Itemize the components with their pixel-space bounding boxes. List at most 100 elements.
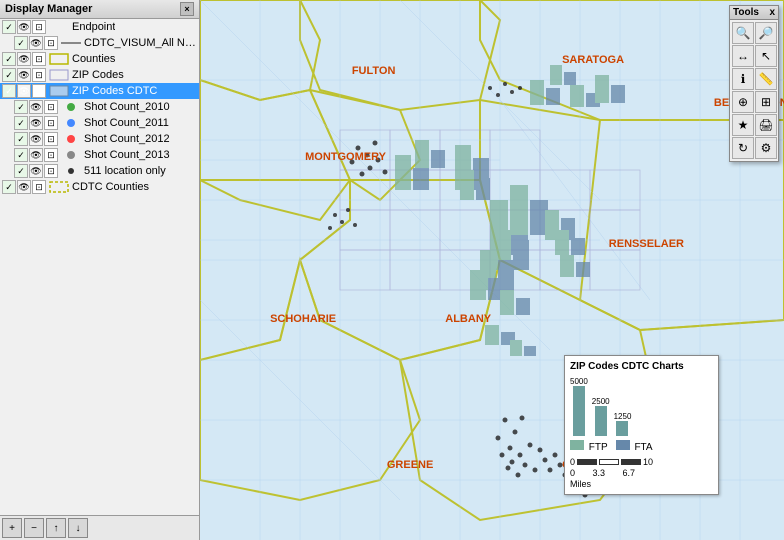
layer-name-shot-count-2011: Shot Count_2011 [84,117,169,129]
scale-seg-3 [621,459,641,465]
layer-check-counties[interactable]: ✓ [2,52,16,66]
layer-check-shot-count-2010[interactable]: ✓ [14,100,28,114]
layer-check-endpoint[interactable]: ✓ [2,20,16,34]
layer-check-shot-count-2011[interactable]: ✓ [14,116,28,130]
tools-title: Tools [733,7,759,18]
layer-name-cdtc-counties: CDTC Counties [72,181,149,193]
layer-vis-endpoint[interactable]: 👁 [17,20,31,34]
tool-btn-select[interactable]: ↖ [755,45,777,67]
layer-icons-shot-count-2012: ✓ 👁 ⊡ [14,132,58,146]
layer-item-511-location[interactable]: ✓ 👁 ⊡ 511 location only [0,163,199,179]
layer-sym-btn-shot-count-2011[interactable]: ⊡ [44,116,58,130]
layer-sym-btn-endpoint[interactable]: ⊡ [32,20,46,34]
layer-check-cdtc-counties[interactable]: ✓ [2,180,16,194]
display-manager-footer: + − ↑ ↓ [0,515,199,540]
tools-close[interactable]: x [769,7,775,18]
layer-check-shot-count-2013[interactable]: ✓ [14,148,28,162]
layer-check-shot-count-2012[interactable]: ✓ [14,132,28,146]
tool-btn-info[interactable]: ℹ [732,68,754,90]
layer-vis-shot-count-2011[interactable]: 👁 [29,116,43,130]
layer-sym-btn-shot-count-2010[interactable]: ⊡ [44,100,58,114]
footer-btn-1[interactable]: + [2,518,22,538]
layer-vis-511-location[interactable]: 👁 [29,164,43,178]
legend-box: ZIP Codes CDTC Charts 5000 2500 1250 [564,355,719,495]
tool-btn-pan[interactable]: ↔ [732,45,754,67]
layer-name-zip-codes: ZIP Codes [72,69,124,81]
layer-sym-btn-cdtc-visum[interactable]: ⊡ [44,36,58,50]
scale-seg-2 [599,459,619,465]
layer-item-cdtc-visum[interactable]: ✓ 👁 ⊡ CDTC_VISUM_All Netw [0,35,199,51]
layer-name-endpoint: Endpoint [72,21,115,33]
layer-symbol-shot-count-2011 [61,116,81,130]
map-area[interactable]: FULTONSARATOGABENNINGTONMONTGOMERYRENSSE… [200,0,784,540]
layer-icons-endpoint: ✓ 👁 ⊡ [2,20,46,34]
layer-vis-cdtc-counties[interactable]: 👁 [17,180,31,194]
layer-icons-zip-codes-cdtc: ✓ 👁 ⊡ [2,84,46,98]
layer-item-shot-count-2013[interactable]: ✓ 👁 ⊡ Shot Count_2013 [0,147,199,163]
layer-sym-btn-shot-count-2012[interactable]: ⊡ [44,132,58,146]
tool-btn-zoom-out[interactable]: 🔎 [755,22,777,44]
layer-vis-zip-codes[interactable]: 👁 [17,68,31,82]
layer-item-shot-count-2011[interactable]: ✓ 👁 ⊡ Shot Count_2011 [0,115,199,131]
layer-icons-zip-codes: ✓ 👁 ⊡ [2,68,46,82]
legend-scale: 0 10 0 3.3 6.7 Miles [570,457,713,489]
layer-check-zip-codes[interactable]: ✓ [2,68,16,82]
layer-name-shot-count-2013: Shot Count_2013 [84,149,170,161]
tool-btn-print[interactable]: 🖨 [755,114,777,136]
tool-btn-settings[interactable]: ⚙ [755,137,777,159]
layer-sym-btn-511-location[interactable]: ⊡ [44,164,58,178]
layer-check-cdtc-visum[interactable]: ✓ [14,36,28,50]
tool-btn-refresh[interactable]: ↻ [732,137,754,159]
scale-val-3: 10 [643,457,653,467]
footer-btn-2[interactable]: − [24,518,44,538]
footer-btn-4[interactable]: ↓ [68,518,88,538]
layer-sym-btn-zip-codes-cdtc[interactable]: ⊡ [32,84,46,98]
layer-symbol-shot-count-2012 [61,132,81,146]
layer-item-shot-count-2012[interactable]: ✓ 👁 ⊡ Shot Count_2012 [0,131,199,147]
layer-sym-btn-cdtc-counties[interactable]: ⊡ [32,180,46,194]
layer-sym-btn-zip-codes[interactable]: ⊡ [32,68,46,82]
layer-name-shot-count-2012: Shot Count_2012 [84,133,170,145]
layer-vis-shot-count-2012[interactable]: 👁 [29,132,43,146]
layer-name-cdtc-visum: CDTC_VISUM_All Netw [84,37,197,49]
layer-item-zip-codes[interactable]: ✓ 👁 ⊡ ZIP Codes [0,67,199,83]
legend-item-fta: FTA [616,440,653,453]
tool-btn-identify[interactable]: ⊕ [732,91,754,113]
layer-symbol-shot-count-2013 [61,148,81,162]
footer-btn-3[interactable]: ↑ [46,518,66,538]
legend-bar-2: 2500 [592,397,610,436]
legend-bars: 5000 2500 1250 [570,376,713,436]
tools-panel: Tools x 🔍🔎↔↖ℹ📏⊕⊞★🖨↻⚙ [729,5,779,162]
layer-vis-shot-count-2013[interactable]: 👁 [29,148,43,162]
layer-item-shot-count-2010[interactable]: ✓ 👁 ⊡ Shot Count_2010 [0,99,199,115]
tool-btn-layer[interactable]: ⊞ [755,91,777,113]
layer-item-counties[interactable]: ✓ 👁 ⊡ Counties [0,51,199,67]
layer-item-zip-codes-cdtc[interactable]: ✓ 👁 ⊡ ZIP Codes CDTC [0,83,199,99]
layer-check-zip-codes-cdtc[interactable]: ✓ [2,84,16,98]
layer-item-endpoint[interactable]: ✓ 👁 ⊡ Endpoint [0,19,199,35]
tool-btn-zoom-in[interactable]: 🔍 [732,22,754,44]
layer-symbol-shot-count-2010 [61,100,81,114]
layer-check-511-location[interactable]: ✓ [14,164,28,178]
layer-vis-zip-codes-cdtc[interactable]: 👁 [17,84,31,98]
display-manager-close[interactable]: × [180,2,194,16]
legend-label-fta: FTA [634,442,652,453]
display-manager-header: Display Manager × [0,0,199,19]
layer-item-cdtc-counties[interactable]: ✓ 👁 ⊡ CDTC Counties [0,179,199,195]
tool-btn-measure[interactable]: 📏 [755,68,777,90]
layer-icons-shot-count-2013: ✓ 👁 ⊡ [14,148,58,162]
tools-header[interactable]: Tools x [730,6,778,20]
layer-icons-511-location: ✓ 👁 ⊡ [14,164,58,178]
layer-vis-cdtc-visum[interactable]: 👁 [29,36,43,50]
layer-sym-btn-counties[interactable]: ⊡ [32,52,46,66]
tool-btn-bookmark[interactable]: ★ [732,114,754,136]
scale-label-0: 0 [570,468,575,478]
legend-bar-1-visual [573,386,585,436]
display-manager: Display Manager × ✓ 👁 ⊡ Endpoint ✓ 👁 ⊡ C… [0,0,200,540]
scale-unit: Miles [570,479,713,489]
layer-icons-shot-count-2010: ✓ 👁 ⊡ [14,100,58,114]
layer-vis-shot-count-2010[interactable]: 👁 [29,100,43,114]
layer-list: ✓ 👁 ⊡ Endpoint ✓ 👁 ⊡ CDTC_VISUM_All Netw… [0,19,199,515]
layer-sym-btn-shot-count-2013[interactable]: ⊡ [44,148,58,162]
layer-vis-counties[interactable]: 👁 [17,52,31,66]
